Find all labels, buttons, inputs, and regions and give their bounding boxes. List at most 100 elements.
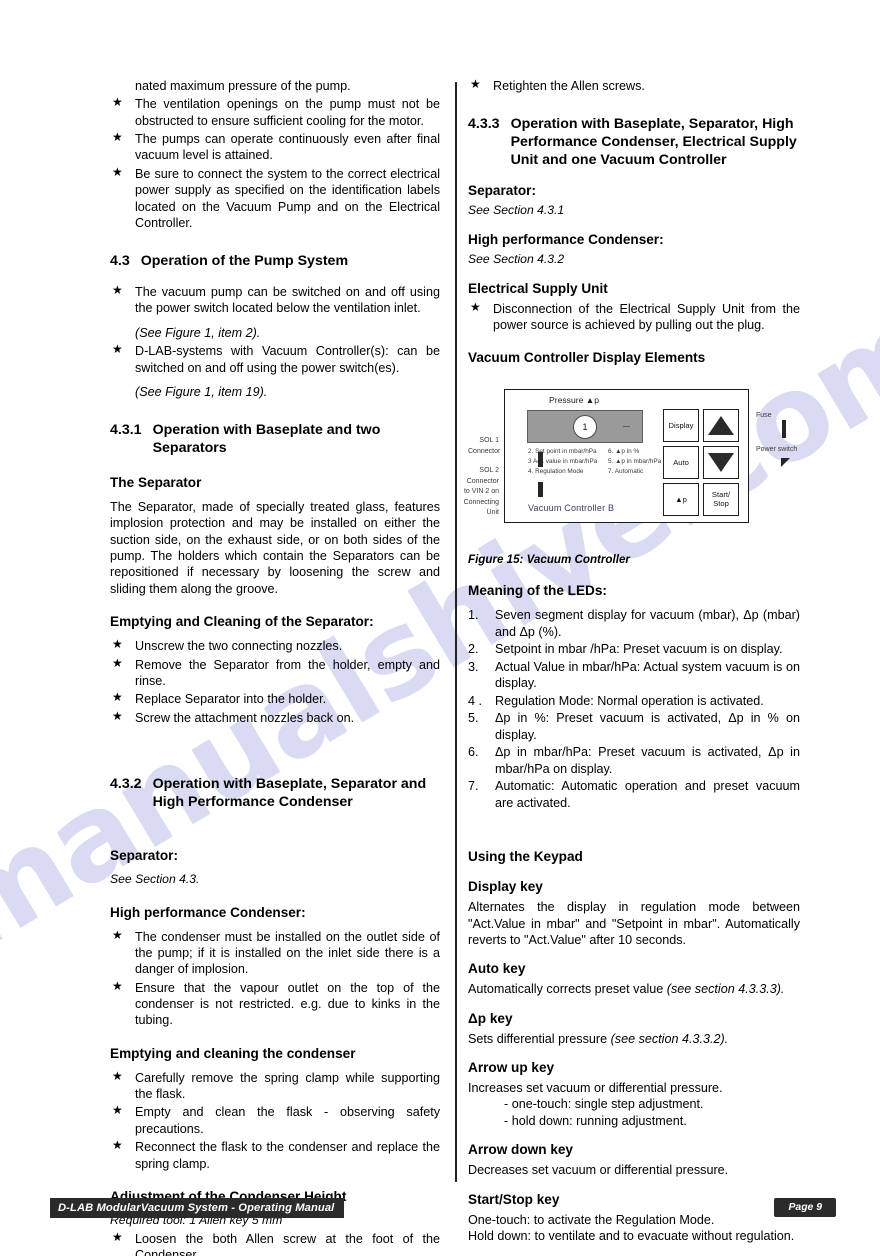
auto-key-text: Automatically corrects preset value: [468, 982, 664, 997]
section-title: Operation with Baseplate, Separator, Hig…: [510, 116, 797, 169]
list-item: Empty and clean the flask - observing sa…: [110, 1103, 440, 1137]
subheading-electrical-supply-unit: Electrical Supply Unit: [468, 280, 608, 296]
display-key[interactable]: Display: [663, 409, 699, 443]
separator-body-text: The Separator, made of specially treated…: [110, 500, 440, 596]
annotation-power-switch: Power switch: [756, 446, 798, 454]
retighten-bullet-list: Retighten the Allen screws.: [468, 77, 800, 94]
pump-system-bullet-list-2: D-LAB-systems with Vacuum Controller(s):…: [110, 342, 440, 376]
condenser-section-ref: See Section 4.3.2: [468, 251, 565, 266]
section-number: 4.3.1: [110, 422, 142, 439]
page-number-badge: Page 9: [774, 1198, 836, 1217]
controller-panel: Pressure ▲p 1 2. Set point in mbar/hPa 3…: [504, 389, 790, 524]
list-text: Automatic: Automatic operation and prese…: [495, 779, 800, 810]
list-text: Δp in mbar/hPa: Preset vacuum is activat…: [495, 745, 800, 776]
display-callout-1: 1: [573, 414, 597, 439]
auto-key-ref: (see section 4.3.3.3).: [666, 982, 785, 997]
list-number: 6.: [468, 745, 479, 760]
arrow-down-key[interactable]: [703, 446, 739, 480]
figure-caption: Figure 15: Vacuum Controller: [468, 553, 630, 567]
list-number: 2.: [468, 642, 479, 657]
intro-continuation: nated maximum pressure of the pump.: [135, 79, 351, 93]
list-text: Regulation Mode: Normal operation is act…: [495, 693, 764, 708]
list-item: 2. Setpoint in mbar /hPa: Preset vacuum i…: [468, 641, 800, 657]
page-footer: D-LAB ModularVacuum System - Operating M…: [0, 1198, 880, 1218]
list-number: 3.: [468, 659, 479, 674]
delta-p-key-ref: (see section 4.3.3.2).: [610, 1031, 729, 1046]
list-item: Unscrew the two connecting nozzles.: [110, 637, 440, 654]
delta-p-key-text: Sets differential pressure: [468, 1031, 608, 1046]
heading-auto-key: Auto key: [468, 961, 526, 977]
list-number: 1.: [468, 608, 479, 623]
list-text: Setpoint in mbar /hPa: Preset vacuum is …: [495, 642, 783, 657]
emptying-condenser-list: Carefully remove the spring clamp while …: [110, 1069, 440, 1172]
manual-page: manualshive.com nated maximum pressure o…: [0, 0, 880, 1256]
arrow-up-key[interactable]: [703, 409, 739, 443]
separator-section-ref: See Section 4.3.1: [468, 203, 565, 218]
list-number: 4 .: [468, 693, 483, 708]
start-stop-line1: Start/: [711, 490, 731, 500]
heading-arrow-down-key: Arrow down key: [468, 1142, 573, 1158]
warning-bullet-list: The ventilation openings on the pump mus…: [110, 95, 440, 231]
fuse-port: [782, 420, 786, 439]
list-item: The pumps can operate continuously even …: [110, 130, 440, 164]
pressure-label: Pressure ▲p: [549, 395, 600, 406]
list-item: Be sure to connect the system to the cor…: [110, 165, 440, 231]
heading-display-key: Display key: [468, 879, 543, 895]
subheading-emptying-separator: Emptying and Cleaning of the Separator:: [110, 614, 374, 630]
annotation-sol1: SOL 1 Connector: [468, 437, 501, 455]
auto-key[interactable]: Auto: [663, 446, 699, 480]
list-number: 7.: [468, 779, 479, 794]
list-item: 3. Actual Value in mbar/hPa: Actual syste…: [468, 659, 800, 692]
heading-delta-p-key: Δp key: [468, 1010, 513, 1026]
heading-meaning-of-leds: Meaning of the LEDs:: [468, 583, 607, 599]
condenser-bullet-list: The condenser must be installed on the o…: [110, 928, 440, 1029]
start-stop-line2: Stop: [713, 498, 729, 508]
subheading-separator: Separator:: [110, 847, 178, 863]
section-heading-4-3: 4.3 Operation of the Pump System: [110, 253, 440, 271]
display-key-description: Alternates the display in regulation mod…: [468, 900, 800, 947]
list-item: 6. Δp in mbar/hPa: Preset vacuum is activ…: [468, 744, 800, 777]
list-item: Disconnection of the Electrical Supply U…: [468, 300, 800, 334]
list-text: Actual Value in mbar/hPa: Actual system …: [495, 659, 800, 691]
delta-p-key[interactable]: ▲p: [663, 483, 699, 517]
arrow-up-sub-2: - hold down: running adjustment.: [504, 1113, 687, 1128]
adjustment-bullet-list: Loosen the both Allen screw at the foot …: [110, 1230, 440, 1256]
list-item: 1. Seven segment display for vacuum (mbar…: [468, 607, 800, 640]
list-item: The vacuum pump can be switched on and o…: [110, 283, 440, 317]
section-title: Operation of the Pump System: [140, 253, 349, 270]
pump-system-bullet-list: The vacuum pump can be switched on and o…: [110, 283, 440, 317]
subheading-the-separator: The Separator: [110, 475, 202, 491]
sol1-connector-port: [538, 452, 543, 468]
delta-p-key-description: Sets differential pressure (see section …: [468, 1031, 800, 1047]
section-number: 4.3: [110, 253, 130, 270]
start-stop-key[interactable]: Start/ Stop: [703, 483, 739, 517]
controller-name-label: Vacuum Controller B: [528, 503, 615, 514]
list-number: 5.: [468, 711, 479, 726]
subheading-separator: Separator:: [468, 183, 536, 199]
list-item: D-LAB-systems with Vacuum Controller(s):…: [110, 342, 440, 376]
list-item: Reconnect the flask to the condenser and…: [110, 1138, 440, 1172]
list-item: Replace Separator into the holder.: [110, 690, 440, 707]
subheading-high-performance-condenser: High performance Condenser:: [110, 904, 306, 920]
heading-display-elements: Vacuum Controller Display Elements: [468, 350, 706, 366]
start-stop-line-2: Hold down: to ventilate and to evacuate …: [468, 1229, 795, 1244]
sol2-connector-port: [538, 482, 543, 498]
controller-keypad: Display Auto ▲p Start/ Stop: [663, 409, 739, 517]
emptying-separator-list: Unscrew the two connecting nozzles. Remo…: [110, 637, 440, 726]
section-heading-4-3-3: 4.3.3 Operation with Baseplate, Separato…: [468, 116, 800, 170]
figure-ref-1: (See Figure 1, item 2).: [135, 325, 261, 340]
list-item: Screw the attachment nozzles back on.: [110, 709, 440, 726]
heading-arrow-up-key: Arrow up key: [468, 1059, 555, 1075]
section-number: 4.3.3: [468, 116, 500, 133]
esu-bullet-list: Disconnection of the Electrical Supply U…: [468, 300, 800, 334]
figure-ref-2: (See Figure 1, item 19).: [135, 384, 268, 399]
arrow-up-key-description: Increases set vacuum or differential pre…: [468, 1080, 723, 1095]
section-heading-4-3-2: 4.3.2 Operation with Baseplate, Separato…: [110, 776, 440, 812]
list-item: Loosen the both Allen screw at the foot …: [110, 1230, 440, 1256]
subheading-high-performance-condenser: High performance Condenser:: [468, 231, 664, 247]
list-text: Δp in %: Preset vacuum is activated, Δp …: [495, 711, 800, 742]
arrow-up-sub-1: - one-touch: single step adjustment.: [504, 1097, 704, 1112]
list-item: The condenser must be installed on the o…: [110, 928, 440, 978]
auto-key-description: Automatically corrects preset value (see…: [468, 981, 800, 997]
